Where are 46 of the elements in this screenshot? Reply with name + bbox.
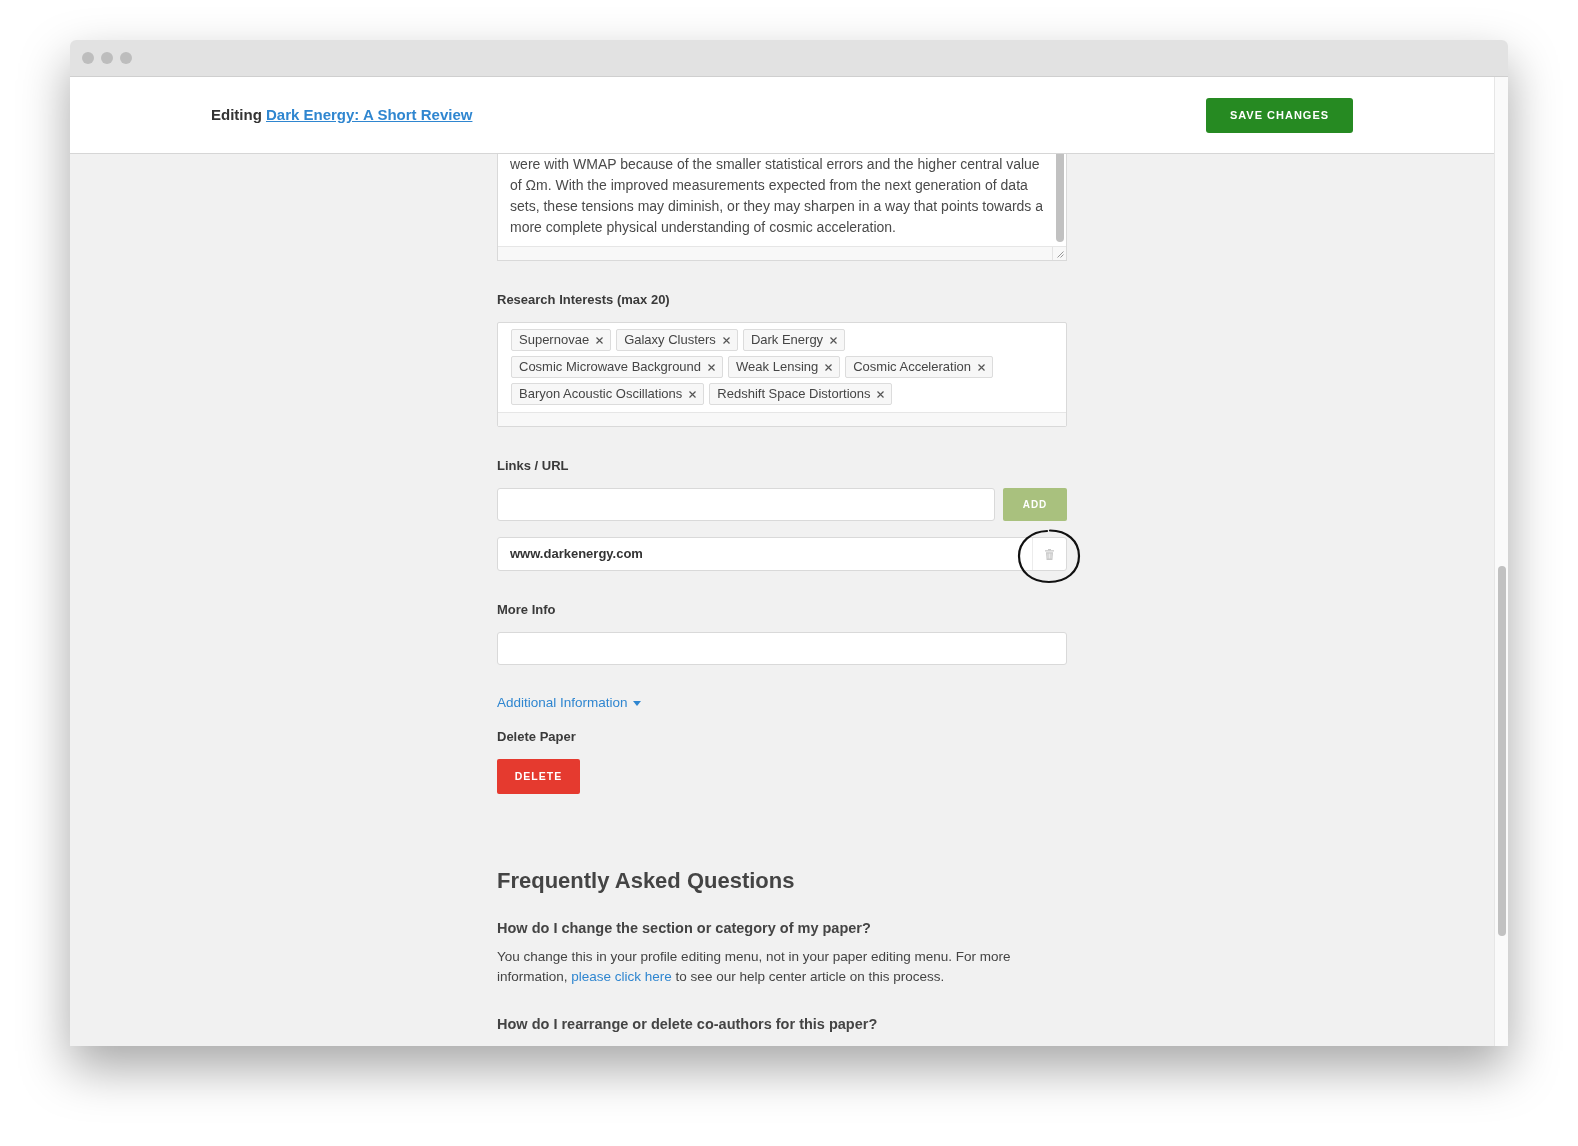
- tag-label: Supernovae: [519, 331, 590, 350]
- tag-label: Cosmic Microwave Background: [519, 358, 702, 377]
- window-control-icon[interactable]: [101, 52, 113, 64]
- abstract-text: were with WMAP because of the smaller statistical errors and the higher central value of Ωm. With the improved measurements expected from the next generation of data sets, these tensions may diminish, or they may sharpen in a way that points towards a more complete physical understanding of cosmic acceleration.: [509, 155, 1045, 237]
- paper-title-link[interactable]: Dark Energy: A Short Review: [266, 105, 473, 123]
- close-icon[interactable]: [722, 336, 730, 344]
- close-icon[interactable]: [978, 363, 985, 371]
- close-icon[interactable]: [825, 363, 833, 371]
- interests-field[interactable]: Supernovae Galaxy Clusters Dark Energy Cosmic Microwave Background Weak Lensing Cosmic Acceleration Baryon Acoustic Oscillations Redshift Space Distortions: [497, 322, 1067, 427]
- faq-question: How do I rearrange or delete co-authors for this paper?: [497, 1015, 879, 1034]
- scrollbar-thumb[interactable]: [1056, 154, 1064, 242]
- field-label: Research Interests (max 20): [497, 292, 671, 308]
- help-link[interactable]: please click here: [571, 969, 672, 984]
- tag-input-field[interactable]: [498, 412, 1066, 426]
- tag-label: Galaxy Clusters: [624, 331, 716, 350]
- more-info-field[interactable]: [497, 632, 1067, 665]
- window-control-icon[interactable]: [120, 52, 132, 64]
- field-label: Delete Paper: [497, 729, 577, 745]
- tag-label: Baryon Acoustic Oscillations: [519, 385, 683, 404]
- trash-icon: [1045, 548, 1054, 560]
- close-icon[interactable]: [830, 336, 838, 344]
- close-icon[interactable]: [689, 390, 697, 398]
- window-control-icon[interactable]: [82, 52, 94, 64]
- delete-button[interactable]: DELETE: [497, 759, 580, 794]
- abstract-field[interactable]: [497, 154, 1067, 261]
- resize-grip-icon[interactable]: [1057, 251, 1064, 258]
- save-button[interactable]: SAVE CHANGES: [1206, 97, 1353, 133]
- faq-heading: Frequently Asked Questions: [497, 867, 796, 895]
- faq-question: How do I change the section or category of my paper?: [497, 919, 872, 938]
- faq-answer: You change this in your profile editing menu, not in your paper editing menu. For more information, please click here to see our help center article on this process.: [497, 948, 1012, 986]
- close-icon[interactable]: [596, 336, 604, 344]
- tag-label: Redshift Space Distortions: [717, 385, 871, 404]
- close-icon[interactable]: [877, 390, 885, 398]
- field-label: More Info: [497, 602, 557, 618]
- field-label: Links / URL: [497, 458, 570, 474]
- annotation-ring-icon: [1017, 528, 1081, 584]
- close-icon[interactable]: [708, 363, 716, 371]
- additional-information-link[interactable]: Additional Information: [497, 695, 641, 711]
- scrollbar-thumb[interactable]: [1498, 566, 1506, 936]
- tag-label: Dark Energy: [750, 331, 824, 350]
- tag-label: Weak Lensing: [736, 358, 819, 377]
- link-input-field[interactable]: [497, 488, 995, 521]
- page-title: Editing Dark Energy: A Short Review: [211, 104, 473, 125]
- tag-label: Cosmic Acceleration: [853, 358, 971, 377]
- caret-down-icon: [632, 700, 641, 706]
- link-url: www.darkenergy.com: [509, 545, 644, 564]
